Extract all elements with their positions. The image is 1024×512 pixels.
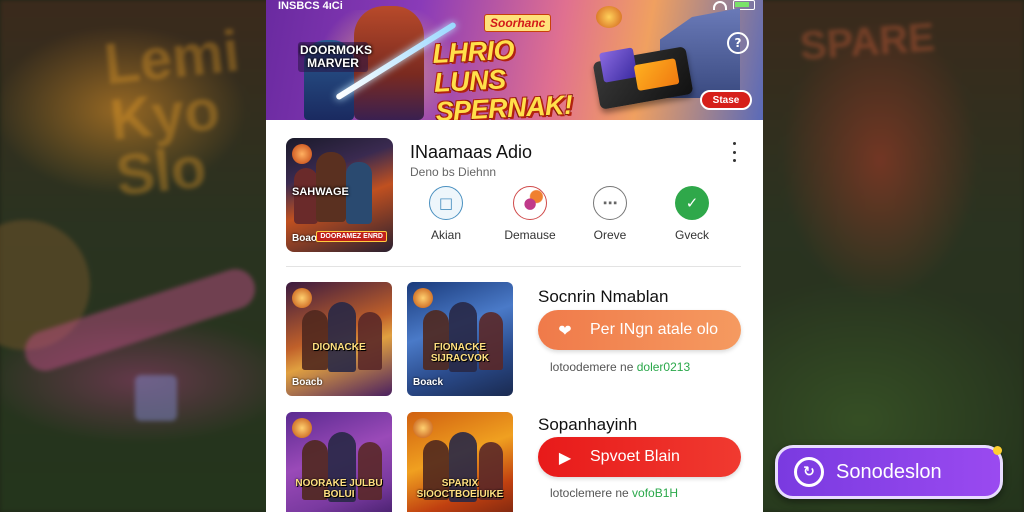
tile-caption: Boack	[413, 377, 444, 388]
meta-accent: doler0213	[636, 360, 691, 374]
meta-text: lotoclemere ne	[550, 486, 633, 500]
meta-accent: vofoB1H	[632, 486, 679, 500]
tile-caption: Boacb	[292, 377, 323, 388]
tile-title: SPARIX SIOOCTBOEIUIKE	[416, 478, 504, 500]
section-title: Sopanhayinh	[538, 415, 638, 434]
app-actions: □ Akian ● Demause ⋯ Oreve ✓ Gveck	[406, 186, 736, 246]
heart-icon: ❤	[558, 320, 572, 340]
banner-game-logo: DOORMOKS MARVER	[298, 42, 372, 72]
tile-title: DIONACKE	[312, 342, 366, 353]
tile-title: NOORAKE JULBU BOLUI	[295, 478, 383, 500]
coin-icon	[292, 288, 312, 308]
background-shape	[135, 375, 177, 421]
meta-text: lotoodemere ne	[550, 360, 637, 374]
action-label: Oreve	[593, 228, 627, 242]
help-circle-icon[interactable]: ?	[727, 32, 749, 54]
medal-icon	[596, 6, 622, 28]
game-tile[interactable]: NOORAKE JULBU BOLUI	[286, 412, 392, 512]
review-icon: ⋯	[593, 186, 627, 220]
thumbnail-title: SAHWAGE	[292, 186, 349, 198]
game-tile[interactable]: FIONACKE SIJRACVOK Boack	[407, 282, 513, 396]
game-tile[interactable]: SPARIX SIOOCTBOEIUIKE	[407, 412, 513, 512]
coin-icon	[413, 418, 433, 438]
section-divider	[286, 266, 741, 267]
app-title: INaamaas Adio	[410, 142, 533, 162]
more-options-icon[interactable]	[728, 142, 740, 162]
banner-cta-button[interactable]: Stase	[700, 90, 752, 110]
action-details[interactable]: ● Demause	[490, 186, 570, 242]
install-button[interactable]: ❤ Per INgn atale olo	[538, 310, 741, 350]
promo-banner[interactable]: INSBCS 4ıCi DOORMOKS MARVER Soorhanc LHR…	[266, 0, 763, 120]
about-icon: □	[429, 186, 463, 220]
wifi-icon	[713, 0, 727, 10]
floating-button-label: Sonodeslon	[836, 460, 942, 483]
background-title-art-right: SPARE	[798, 15, 937, 69]
check-icon: ✓	[675, 186, 709, 220]
install-button-label: Per INgn atale olo	[590, 321, 719, 338]
banner-headline: LHRIO LUNS SPERNAK!	[431, 34, 574, 120]
play-button[interactable]: ▶ Spvoet Blain	[538, 437, 741, 477]
battery-icon	[733, 0, 755, 10]
play-icon: ▶	[558, 447, 572, 467]
background-title-art: Lemi Kyo Slo	[101, 18, 243, 209]
app-thumbnail[interactable]: SAHWAGE Boaoo DOORAMEZ ENRD	[286, 138, 393, 252]
action-label: Gveck	[674, 228, 709, 242]
thumbnail-tag: DOORAMEZ ENRD	[316, 231, 387, 242]
app-developer: Deno bs Diehnn	[410, 165, 497, 179]
floating-action-button[interactable]: ↻ Sonodeslon	[775, 445, 1003, 499]
coin-icon	[413, 288, 433, 308]
action-check[interactable]: ✓ Gveck	[652, 186, 732, 242]
swirl-icon: ↻	[794, 457, 824, 487]
details-icon: ●	[513, 186, 547, 220]
action-about[interactable]: □ Akian	[406, 186, 486, 242]
action-review[interactable]: ⋯ Oreve	[570, 186, 650, 242]
app-store-panel: INSBCS 4ıCi DOORMOKS MARVER Soorhanc LHR…	[266, 0, 763, 512]
banner-device-art	[592, 46, 694, 110]
status-bar-text: INSBCS 4ıCi	[278, 0, 343, 12]
action-label: Demause	[504, 228, 556, 242]
section-meta: lotoodemere ne doler0213	[550, 360, 690, 374]
coin-icon	[292, 418, 312, 438]
play-button-label: Spvoet Blain	[590, 448, 680, 465]
banner-badge: Soorhanc	[484, 14, 552, 32]
section-title: Socnrin Nmablan	[538, 287, 669, 306]
notification-dot	[993, 446, 1002, 455]
action-label: Akian	[430, 228, 462, 242]
coin-icon	[292, 144, 312, 164]
game-tile[interactable]: DIONACKE Boacb	[286, 282, 392, 396]
section-meta: lotoclemere ne vofoB1H	[550, 486, 678, 500]
tile-title: FIONACKE SIJRACVOK	[430, 342, 490, 364]
status-bar-icons	[713, 0, 755, 10]
